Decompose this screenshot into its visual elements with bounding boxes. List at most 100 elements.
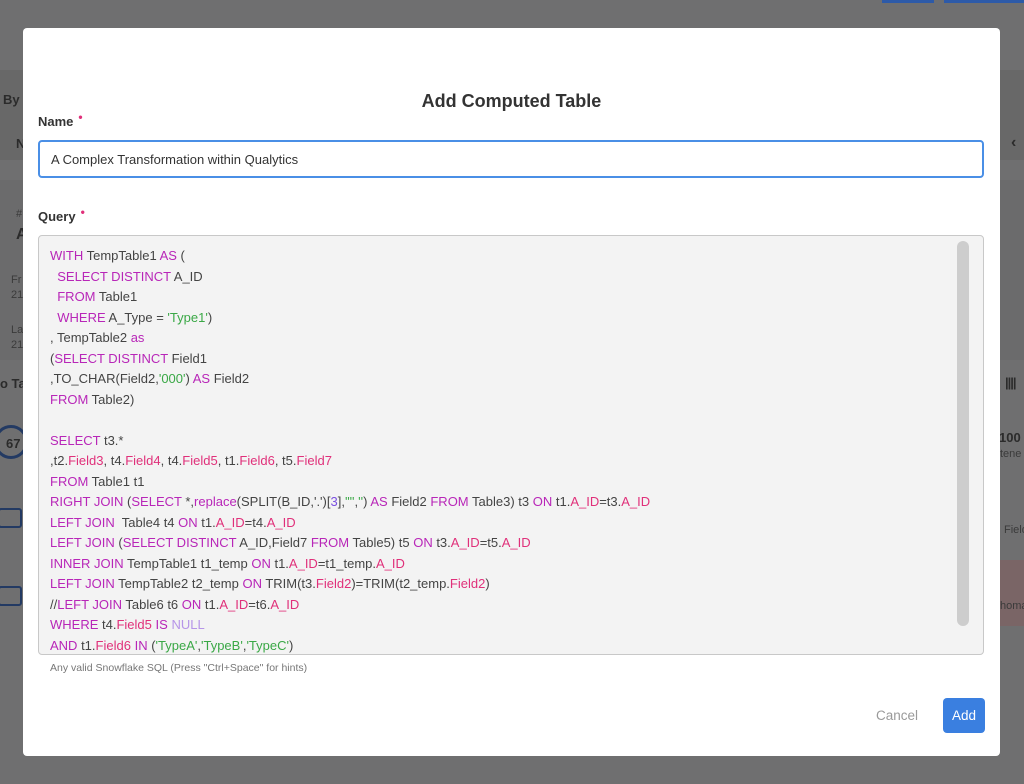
query-label: Query (38, 209, 76, 224)
code-token: as (130, 330, 145, 345)
list-icon (0, 508, 22, 528)
code-token: Field2 (387, 494, 431, 509)
background-text: Field (1004, 524, 1024, 536)
code-token: AND (50, 637, 78, 653)
code-line: SELECT DISTINCT A_ID (50, 267, 650, 288)
code-token: 'TypeC' (246, 637, 289, 653)
code-token: =t5. (479, 535, 502, 550)
code-token: t1. (270, 555, 289, 571)
code-line: SELECT t3.* (50, 431, 650, 452)
code-token: t4. (98, 617, 117, 632)
background-text: homa (1000, 600, 1024, 612)
code-token: , t5. (274, 453, 297, 468)
code-token: A_ID (570, 494, 600, 509)
code-token: SELECT DISTINCT (122, 535, 237, 550)
code-token: IS (155, 617, 168, 632)
code-token: Table1 (95, 289, 138, 304)
code-token: A_ID (266, 514, 296, 530)
code-token: '"' (344, 494, 355, 509)
code-line: WITH TempTable1 AS ( (50, 246, 650, 267)
code-token: *, (181, 494, 195, 509)
code-token: Table5) t5 (349, 535, 414, 550)
code-token: t1. (197, 514, 216, 530)
cancel-button[interactable]: Cancel (859, 698, 935, 732)
code-token: SELECT (131, 494, 182, 509)
code-token: RIGHT JOIN (50, 494, 124, 509)
bars-icon: |||| (1005, 375, 1017, 390)
code-token: ON (413, 535, 433, 550)
name-label-wrapper: Name • (38, 110, 83, 129)
code-token: ON (532, 494, 553, 509)
code-token: Field5 (116, 617, 152, 632)
code-line: ,TO_CHAR(Field2,'000') AS Field2 (50, 369, 650, 390)
code-token: =t6. (248, 596, 271, 612)
code-token: ) (185, 371, 193, 386)
code-token: Table6 t6 (122, 596, 182, 612)
code-token: A_ID (215, 514, 245, 530)
code-line: INNER JOIN TempTable1 t1_temp ON t1.A_ID… (50, 554, 650, 575)
query-code[interactable]: WITH TempTable1 AS ( SELECT DISTINCT A_I… (50, 246, 650, 654)
code-token: ) (485, 576, 490, 591)
dialog-title: Add Computed Table (421, 91, 602, 111)
code-token: AS (159, 248, 177, 263)
editor-scrollbar-thumb[interactable] (957, 241, 969, 626)
code-token: ,t2. (50, 453, 69, 468)
query-editor[interactable]: WITH TempTable1 AS ( SELECT DISTINCT A_I… (38, 235, 984, 655)
code-token: FROM (57, 289, 96, 304)
background-text: 100 (999, 430, 1021, 445)
code-line: LEFT JOIN Table4 t4 ON t1.A_ID=t4.A_ID (50, 513, 650, 534)
code-token: ( (114, 535, 123, 550)
code-line: FROM Table1 t1 (50, 472, 650, 493)
chevron-left-icon: ‹ (1011, 134, 1017, 151)
code-token: replace (194, 494, 237, 509)
code-token: LEFT JOIN (50, 514, 115, 530)
code-token: ) (288, 637, 294, 653)
code-token: =t4. (244, 514, 267, 530)
code-token: Field2 (315, 576, 352, 591)
code-token: SELECT DISTINCT (57, 268, 171, 284)
code-token: A_ID (270, 596, 300, 612)
background-button (882, 0, 934, 3)
code-token: INNER JOIN (50, 555, 124, 571)
code-token: A_Type = (105, 309, 168, 325)
code-token: ON (251, 555, 271, 571)
code-token: FROM (50, 391, 89, 407)
required-indicator: • (80, 205, 85, 219)
code-token: A_ID (170, 268, 203, 284)
code-token: A_ID (288, 555, 318, 571)
add-button[interactable]: Add (943, 698, 985, 733)
code-token: 3 (330, 494, 338, 509)
code-line: FROM Table1 (50, 287, 650, 308)
code-token: A_ID (219, 596, 249, 612)
code-token: )=TRIM(t2_temp. (351, 576, 450, 591)
code-token: SELECT DISTINCT (54, 350, 168, 366)
background-text: By (3, 92, 20, 107)
code-token: ON (178, 514, 198, 530)
code-token: ) (207, 309, 213, 325)
name-input[interactable] (38, 140, 984, 178)
code-token: TempTable1 t1_temp (123, 555, 252, 571)
code-token: A_ID (376, 555, 405, 571)
code-token: 'TypeA' (155, 637, 198, 653)
code-token: Field7 (296, 453, 332, 468)
code-token: , TempTable2 (50, 330, 131, 345)
code-line: //LEFT JOIN Table6 t6 ON t1.A_ID=t6.A_ID (50, 595, 650, 616)
query-label-wrapper: Query • (38, 205, 85, 224)
code-token: Field6 (239, 453, 275, 468)
required-indicator: • (78, 110, 83, 124)
code-token: ( (176, 248, 185, 263)
code-token: 'Type1' (167, 309, 208, 325)
background-text: 21 (11, 289, 24, 301)
code-token: AS (370, 494, 388, 509)
code-token: =t1_temp. (317, 555, 377, 571)
code-token: , t4. (103, 453, 126, 468)
editor-scrollbar[interactable] (957, 241, 969, 626)
code-token: ON (181, 596, 202, 612)
code-token: A_ID,Field7 (236, 535, 311, 550)
code-token: Table1 t1 (88, 473, 145, 489)
code-line: (SELECT DISTINCT Field1 (50, 349, 650, 370)
checkbox-icon (0, 586, 22, 606)
code-token: ON (242, 576, 262, 591)
code-line: ,t2.Field3, t4.Field4, t4.Field5, t1.Fie… (50, 451, 650, 472)
